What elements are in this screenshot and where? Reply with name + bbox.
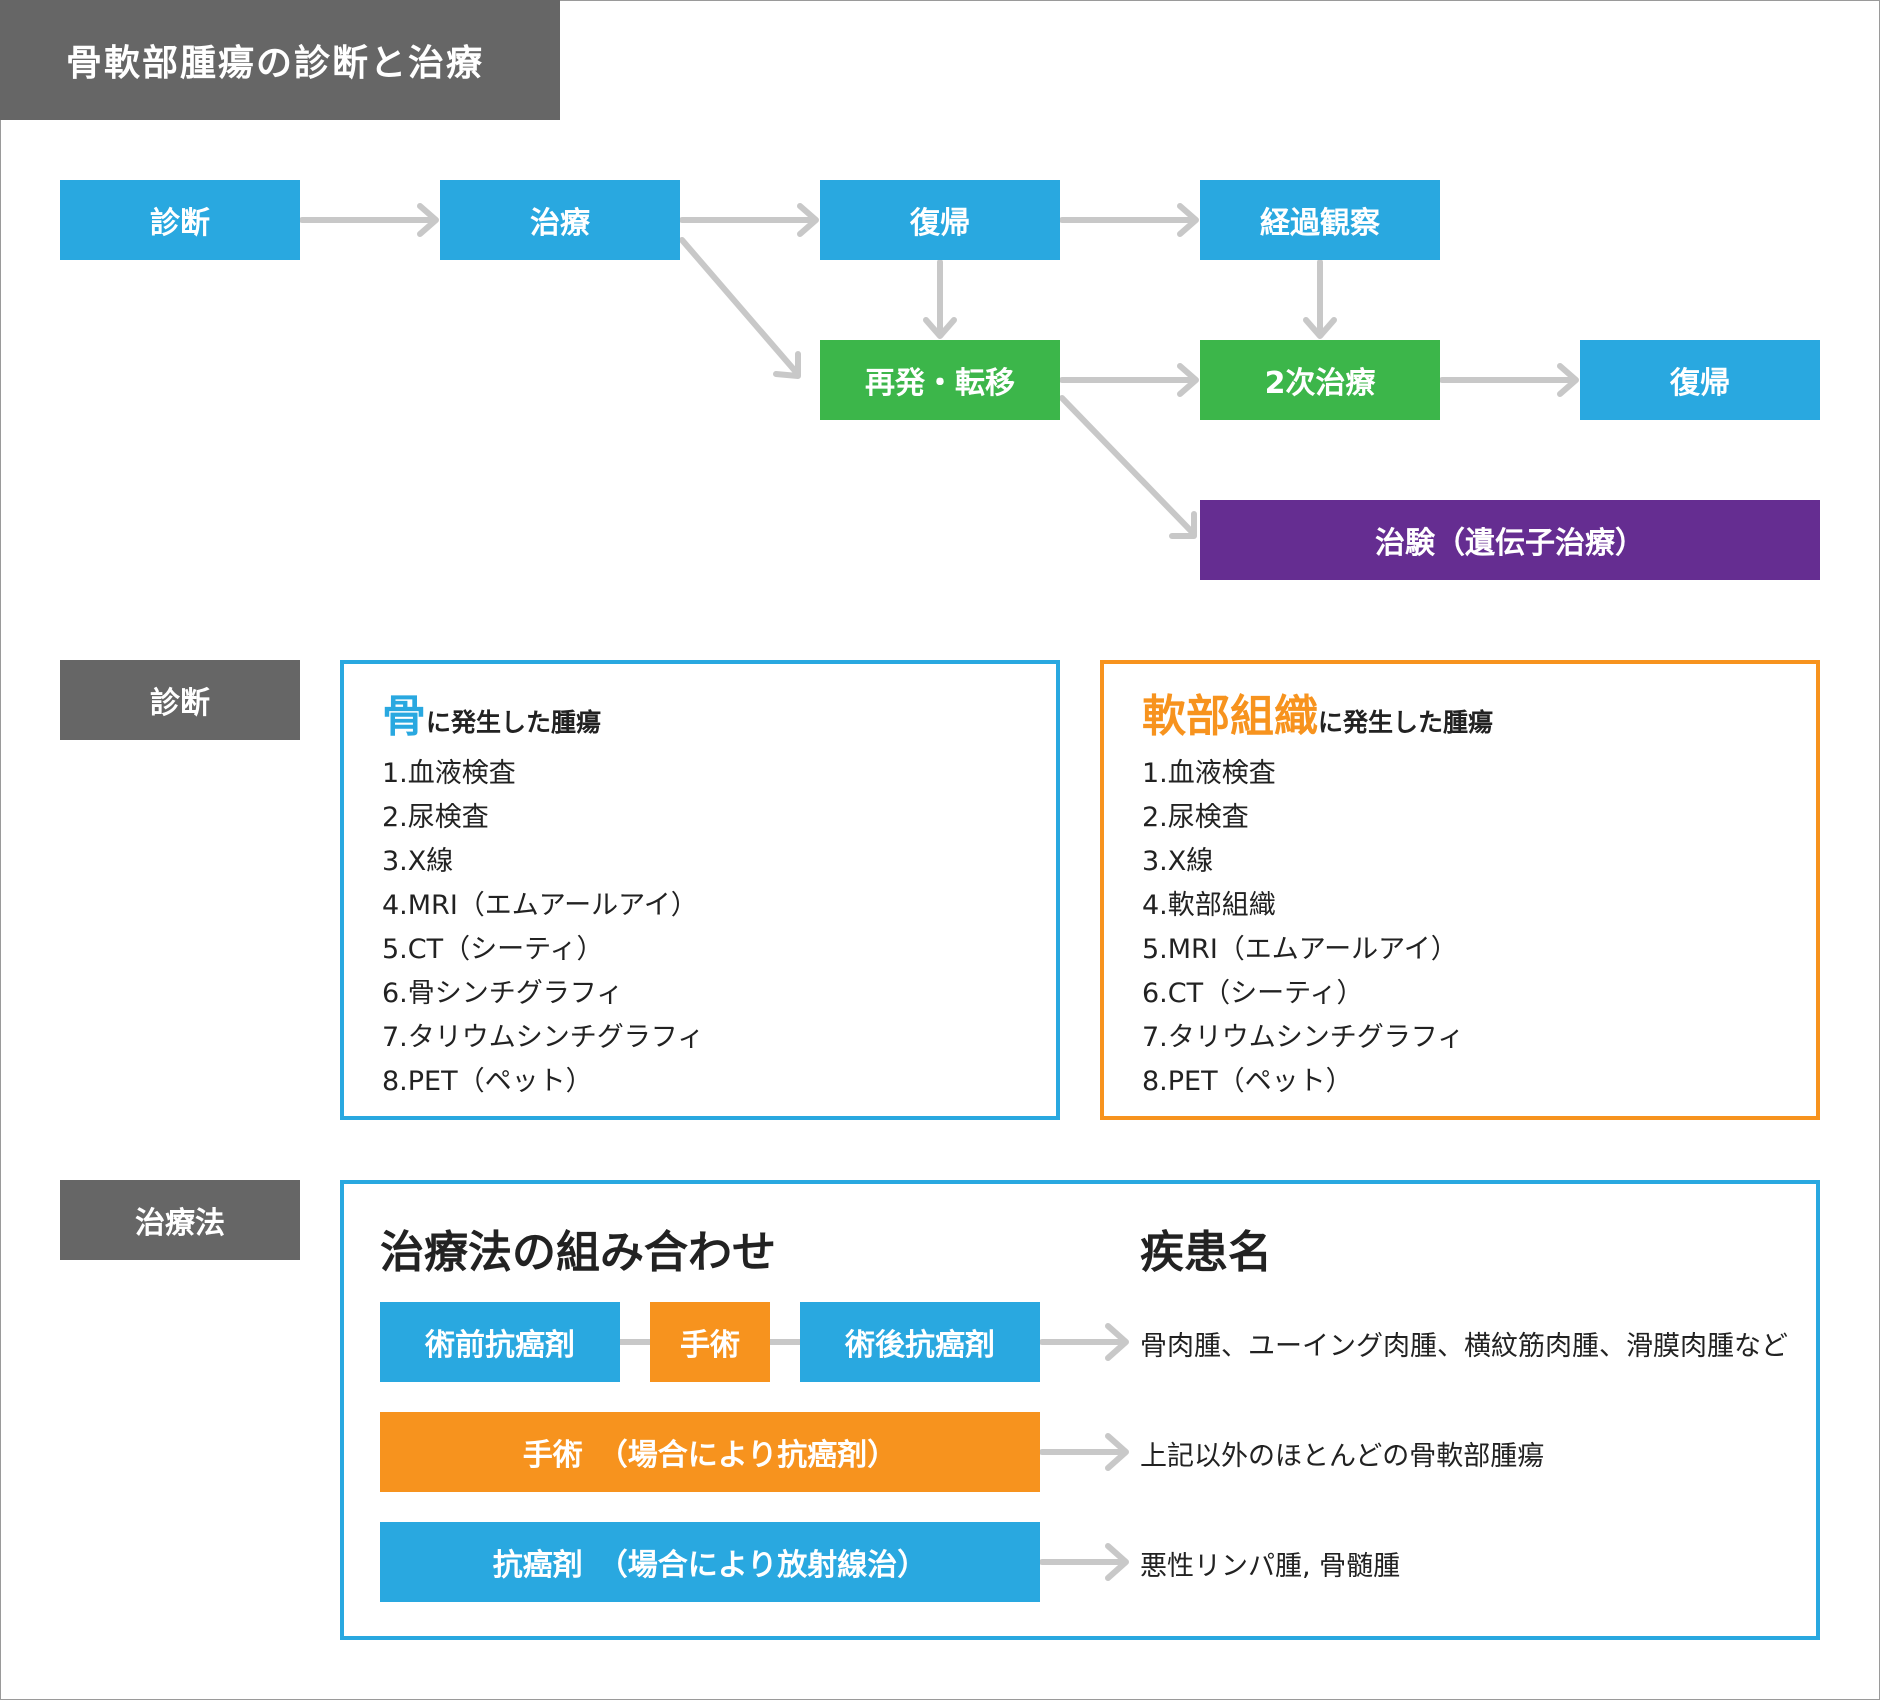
disease-heading: 疾患名 <box>1140 1227 1272 1278</box>
flow-node-return: 復帰 <box>820 180 1060 260</box>
flow-node-return-2: 復帰 <box>1580 340 1820 420</box>
section-label-treatment: 治療法 <box>60 1180 300 1260</box>
soft-tissue-tumor-heading: 軟部組織に発生した腫瘍 <box>1142 680 1493 744</box>
pre-op-chemo-box: 術前抗癌剤 <box>380 1302 620 1382</box>
list-item: 7.タリウムシンチグラフィ <box>1142 1022 1465 1053</box>
bone-exam-list: 1.血液検査 2.尿検査 3.X線 4.MRI（エムアールアイ） 5.CT（シー… <box>382 752 704 1104</box>
flow-node-follow-up: 経過観察 <box>1200 180 1440 260</box>
flow-node-clinical-trial: 治験（遺伝子治療） <box>1200 500 1820 580</box>
surgery-chemo-box: 手術 （場合により抗癌剤） <box>380 1412 1040 1492</box>
bone-heading-suffix: に発生した腫瘍 <box>426 708 602 737</box>
arrow-recurrence-trial <box>1059 395 1195 535</box>
list-item: 5.MRI（エムアールアイ） <box>1142 934 1458 965</box>
soft-tissue-exam-list: 1.血液検査 2.尿検査 3.X線 4.軟部組織 5.MRI（エムアールアイ） … <box>1142 752 1464 1104</box>
bone-highlight: 骨 <box>382 691 426 742</box>
list-item: 4.軟部組織 <box>1142 890 1276 921</box>
row3-diseases: 悪性リンパ腫, 骨髄腫 <box>1140 1551 1401 1582</box>
list-item: 7.タリウムシンチグラフィ <box>382 1022 705 1053</box>
bone-tumor-panel: 骨に発生した腫瘍 1.血液検査 2.尿検査 3.X線 4.MRI（エムアールアイ… <box>340 660 1060 1120</box>
list-item: 2.尿検査 <box>1142 802 1249 833</box>
list-item: 4.MRI（エムアールアイ） <box>382 890 698 921</box>
list-item: 5.CT（シーティ） <box>382 934 604 965</box>
flow-node-secondary-treatment: 2次治療 <box>1200 340 1440 420</box>
soft-tissue-heading-suffix: に発生した腫瘍 <box>1318 708 1494 737</box>
soft-tissue-tumor-panel: 軟部組織に発生した腫瘍 1.血液検査 2.尿検査 3.X線 4.軟部組織 5.M… <box>1100 660 1820 1120</box>
list-item: 8.PET（ペット） <box>382 1066 593 1097</box>
soft-tissue-highlight: 軟部組織 <box>1142 691 1318 742</box>
list-item: 2.尿検査 <box>382 802 489 833</box>
section-label-diagnosis: 診断 <box>60 660 300 740</box>
list-item: 6.CT（シーティ） <box>1142 978 1364 1009</box>
list-item: 1.血液検査 <box>382 758 516 789</box>
combo-heading: 治療法の組み合わせ <box>380 1227 776 1278</box>
list-item: 3.X線 <box>1142 846 1214 877</box>
list-item: 3.X線 <box>382 846 454 877</box>
flow-node-treatment: 治療 <box>440 180 680 260</box>
surgery-box: 手術 <box>650 1302 770 1382</box>
chemo-radiation-box: 抗癌剤 （場合により放射線治） <box>380 1522 1040 1602</box>
list-item: 8.PET（ペット） <box>1142 1066 1353 1097</box>
flow-node-diagnosis: 診断 <box>60 180 300 260</box>
post-op-chemo-box: 術後抗癌剤 <box>800 1302 1040 1382</box>
arrow-treatment-recurrence <box>679 237 799 375</box>
list-item: 1.血液検査 <box>1142 758 1276 789</box>
list-item: 6.骨シンチグラフィ <box>382 978 624 1009</box>
bone-tumor-heading: 骨に発生した腫瘍 <box>382 680 601 744</box>
flow-node-recurrence: 再発・転移 <box>820 340 1060 420</box>
row1-diseases: 骨肉腫、ユーイング肉腫、横紋筋肉腫、滑膜肉腫など <box>1140 1331 1788 1362</box>
row2-diseases: 上記以外のほとんどの骨軟部腫瘍 <box>1140 1441 1545 1472</box>
